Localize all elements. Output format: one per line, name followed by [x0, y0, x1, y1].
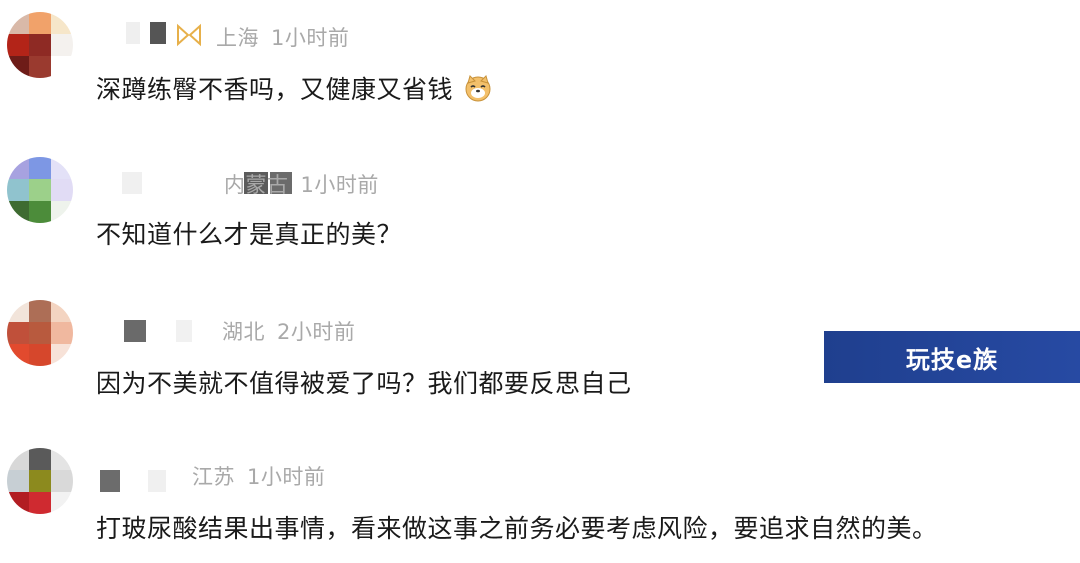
location-label: 江苏	[192, 465, 235, 489]
comment-text: 深蹲练臀不香吗，又健康又省钱	[96, 70, 493, 106]
time-label: 1小时前	[247, 465, 326, 489]
avatar[interactable]	[7, 448, 73, 514]
comment-text: 因为不美就不值得被爱了吗？我们都要反思自己	[96, 364, 632, 400]
bow-icon	[177, 23, 201, 47]
username-mosaic[interactable]	[94, 320, 214, 342]
avatar[interactable]	[7, 300, 73, 366]
watermark-label: 玩技e族	[905, 345, 999, 374]
username-mosaic[interactable]	[94, 470, 184, 492]
comment-meta: 内蒙古 1小时前	[224, 169, 379, 199]
avatar[interactable]	[7, 157, 73, 223]
time-label: 2小时前	[277, 320, 356, 344]
comment-meta: 江苏 1小时前	[192, 461, 325, 491]
comment-text-content: 因为不美就不值得被爱了吗？我们都要反思自己	[96, 369, 632, 398]
comment-text-content: 深蹲练臀不香吗，又健康又省钱	[96, 75, 454, 104]
comment-text: 不知道什么才是真正的美？	[96, 215, 402, 251]
comment-text: 打玻尿酸结果出事情，看来做这事之前务必要考虑风险，要追求自然的美。	[96, 509, 938, 545]
comment-text-content: 不知道什么才是真正的美？	[96, 220, 403, 249]
avatar[interactable]	[7, 12, 73, 78]
username-mosaic[interactable]	[94, 22, 174, 44]
dog-face-emoji-icon	[465, 75, 491, 102]
time-label: 1小时前	[271, 26, 350, 50]
location-label: 内蒙古	[224, 173, 289, 197]
time-label: 1小时前	[300, 173, 379, 197]
watermark-badge: 玩技e族	[824, 331, 1080, 383]
comment-meta: 湖北 2小时前	[222, 316, 355, 346]
location-label: 湖北	[222, 320, 265, 344]
comment-meta: 上海 1小时前	[216, 22, 349, 52]
location-label: 上海	[216, 26, 259, 50]
comment-text-content: 打玻尿酸结果出事情，看来做这事之前务必要考虑风险，要追求自然的美。	[96, 514, 938, 543]
username-mosaic[interactable]	[94, 172, 292, 194]
